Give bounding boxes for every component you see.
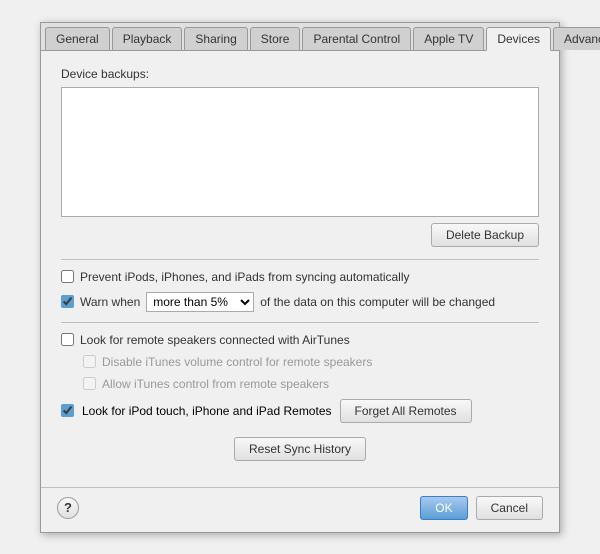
warn-when-checkbox[interactable] [61, 295, 74, 308]
help-button[interactable]: ? [57, 497, 79, 519]
prevent-ipods-row: Prevent iPods, iPhones, and iPads from s… [61, 270, 539, 284]
bottom-bar: ? OK Cancel [41, 487, 559, 532]
allow-control-checkbox[interactable] [83, 377, 96, 390]
tab-bar: General Playback Sharing Store Parental … [41, 23, 559, 51]
tab-content: Device backups: Delete Backup Prevent iP… [41, 51, 559, 487]
warn-dropdown[interactable]: more than 5% more than 10% more than 15%… [146, 292, 254, 312]
ok-button[interactable]: OK [420, 496, 467, 520]
warn-when-row: Warn when more than 5% more than 10% mor… [61, 292, 539, 312]
airtunes-row: Look for remote speakers connected with … [61, 333, 539, 347]
look-remotes-label: Look for iPod touch, iPhone and iPad Rem… [82, 404, 332, 418]
reset-row: Reset Sync History [61, 437, 539, 461]
tab-advanced[interactable]: Advanced [553, 27, 600, 50]
airtunes-label: Look for remote speakers connected with … [80, 333, 350, 347]
airtunes-checkbox[interactable] [61, 333, 74, 346]
allow-control-label: Allow iTunes control from remote speaker… [102, 377, 329, 391]
disable-volume-checkbox[interactable] [83, 355, 96, 368]
warn-after-label: of the data on this computer will be cha… [260, 295, 495, 309]
tab-playback[interactable]: Playback [112, 27, 183, 50]
disable-volume-row: Disable iTunes volume control for remote… [83, 355, 539, 369]
prevent-ipods-checkbox[interactable] [61, 270, 74, 283]
divider-2 [61, 322, 539, 323]
look-remotes-checkbox[interactable] [61, 404, 74, 417]
disable-volume-label: Disable iTunes volume control for remote… [102, 355, 372, 369]
warn-when-label: Warn when [80, 295, 140, 309]
tab-parental-control[interactable]: Parental Control [302, 27, 411, 50]
remotes-row: Look for iPod touch, iPhone and iPad Rem… [61, 399, 539, 423]
tab-store[interactable]: Store [250, 27, 301, 50]
prevent-ipods-label: Prevent iPods, iPhones, and iPads from s… [80, 270, 410, 284]
dialog-buttons: OK Cancel [420, 496, 543, 520]
reset-sync-button[interactable]: Reset Sync History [234, 437, 366, 461]
tab-sharing[interactable]: Sharing [184, 27, 247, 50]
cancel-button[interactable]: Cancel [476, 496, 543, 520]
delete-backup-button[interactable]: Delete Backup [431, 223, 539, 247]
tab-general[interactable]: General [45, 27, 110, 50]
divider-1 [61, 259, 539, 260]
tab-apple-tv[interactable]: Apple TV [413, 27, 484, 50]
device-backups-label: Device backups: [61, 67, 539, 81]
backup-list [61, 87, 539, 217]
preferences-dialog: General Playback Sharing Store Parental … [40, 22, 560, 533]
forget-all-button[interactable]: Forget All Remotes [340, 399, 472, 423]
allow-control-row: Allow iTunes control from remote speaker… [83, 377, 539, 391]
tab-devices[interactable]: Devices [486, 27, 551, 51]
